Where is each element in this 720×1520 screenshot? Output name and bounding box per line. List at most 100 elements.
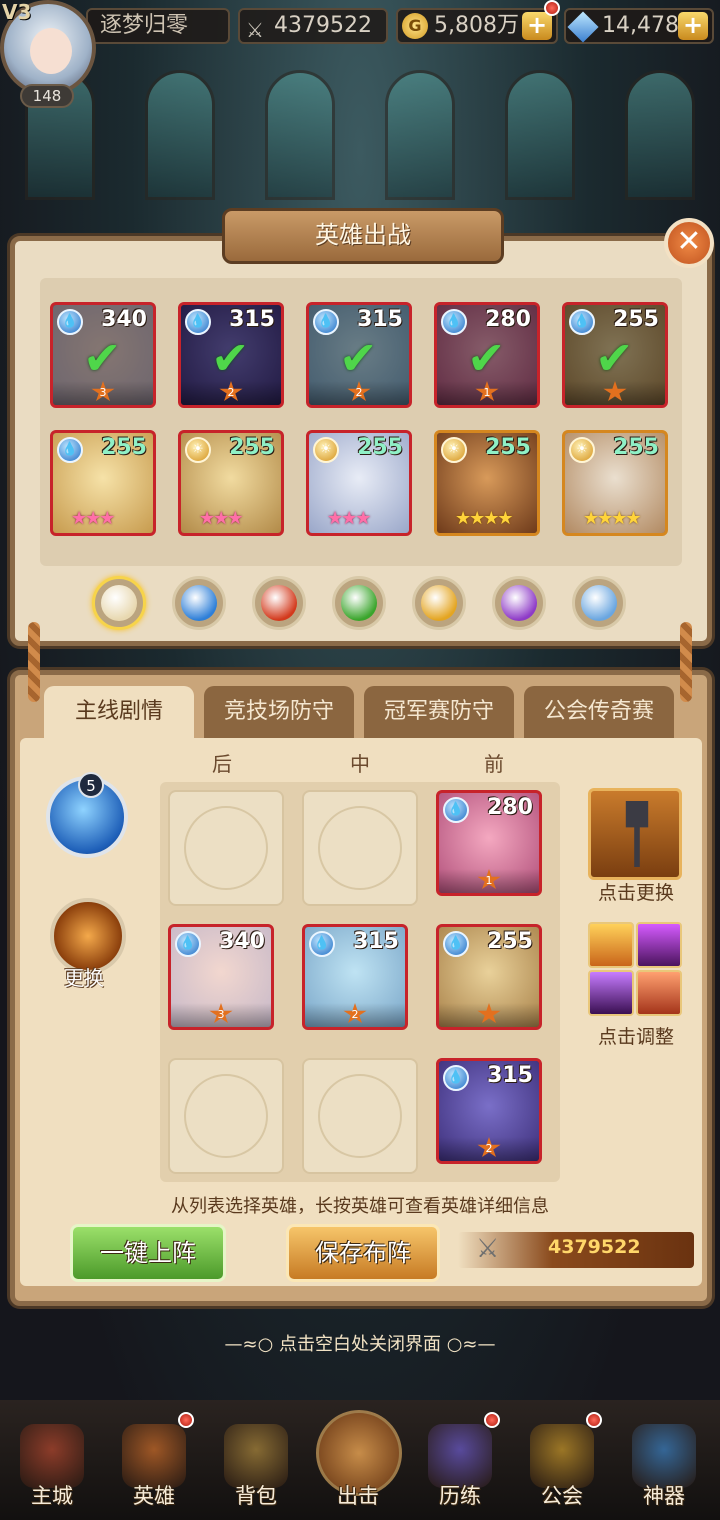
hero-card[interactable]: ☀ 255 ★★★	[178, 430, 284, 536]
hero-card[interactable]: 💧 280 1 ✔	[434, 302, 540, 408]
hero-level: 340	[219, 929, 265, 954]
column-middle-label: 中	[350, 752, 370, 776]
gold-coin-icon: G	[402, 13, 428, 39]
filter-wind-button[interactable]	[332, 576, 386, 630]
hero-level: 255	[613, 435, 659, 460]
formation-slot-empty[interactable]	[168, 1058, 284, 1174]
auto-deploy-button[interactable]: 一键上阵	[70, 1224, 226, 1282]
hero-card[interactable]: 💧 315 2 ✔	[306, 302, 412, 408]
add-gold-button[interactable]: +	[522, 12, 552, 40]
tab-championship-defense[interactable]: 冠军赛防守	[364, 686, 514, 738]
water-element-icon: 💧	[309, 931, 335, 957]
tab-main-story[interactable]: 主线剧情	[44, 686, 194, 738]
hero-card[interactable]: 💧 340 3 ✔	[50, 302, 156, 408]
filter-neutral-button[interactable]	[572, 576, 626, 630]
skill-slot-4[interactable]	[636, 970, 682, 1016]
bottom-nav: 主城 英雄 背包 出击 历练 公会 神器	[0, 1400, 720, 1520]
nav-label: 出击	[337, 1484, 379, 1508]
nav-item[interactable]: 主城	[2, 1410, 102, 1520]
gem-counter: 14,478 +	[564, 8, 714, 44]
add-gem-button[interactable]: +	[678, 12, 708, 40]
formation-slot-empty[interactable]	[302, 790, 418, 906]
nav-icon	[224, 1424, 288, 1488]
formation-swap-label: 更换	[64, 966, 104, 990]
rank-star-icon: 2	[343, 1003, 367, 1024]
background-arches	[0, 70, 720, 230]
nav-item[interactable]: 背包	[206, 1410, 306, 1520]
element-bonus-button[interactable]: 5	[46, 772, 128, 858]
skill-slot-3[interactable]	[588, 970, 634, 1016]
column-back-label: 后	[212, 752, 232, 776]
filter-dark-button[interactable]	[492, 576, 546, 630]
formation-slot-empty[interactable]	[168, 790, 284, 906]
skill-slot-1[interactable]	[588, 922, 634, 968]
hero-level: 255	[487, 929, 533, 954]
nav-item[interactable]: 神器	[614, 1410, 714, 1520]
nav-label: 英雄	[133, 1484, 175, 1508]
hero-level: 315	[229, 307, 275, 332]
artifact-change-label: 点击更换	[598, 882, 675, 904]
save-formation-button[interactable]: 保存布阵	[286, 1224, 440, 1282]
hero-card[interactable]: 💧 255 ✔	[562, 302, 668, 408]
notification-dot	[586, 1412, 602, 1428]
nav-item[interactable]: 历练	[410, 1410, 510, 1520]
gem-value: 14,478	[602, 13, 679, 38]
formation-slot-empty[interactable]	[302, 1058, 418, 1174]
nav-item[interactable]: 公会	[512, 1410, 612, 1520]
formation-hero-card[interactable]: 💧 280 1	[436, 790, 542, 896]
hero-rank-badge	[439, 1003, 539, 1027]
water-element-icon: 💧	[57, 437, 83, 463]
checkmark-icon: ✔	[339, 331, 378, 385]
formation-hero-card[interactable]: 💧 255	[436, 924, 542, 1030]
close-hint[interactable]: —≈○ 点击空白处关闭界面 ○≈—	[0, 1330, 720, 1356]
vip-badge: V3	[2, 0, 32, 24]
light-element-icon: ☀	[313, 437, 339, 463]
light-element-icon	[421, 585, 457, 621]
hero-level: 255	[101, 435, 147, 460]
hero-level: 315	[357, 307, 403, 332]
nav-label: 主城	[31, 1484, 73, 1508]
filter-all-button[interactable]	[92, 576, 146, 630]
gold-counter: G 5,808万 +	[396, 0, 560, 44]
water-element-icon: 💧	[441, 309, 467, 335]
formation-hero-card[interactable]: 💧 315 2	[436, 1058, 542, 1164]
gold-value: 5,808万	[434, 13, 519, 38]
all-element-icon	[101, 585, 137, 621]
nav-icon	[20, 1424, 84, 1488]
formation-hint: 从列表选择英雄，长按英雄可查看英雄详细信息	[171, 1196, 549, 1217]
element-filter-bar	[92, 576, 632, 632]
close-button[interactable]: ✕	[664, 218, 714, 268]
hero-card[interactable]: 💧 315 2 ✔	[178, 302, 284, 408]
rank-star-icon: 3	[209, 1003, 233, 1024]
skill-slot-2[interactable]	[636, 922, 682, 968]
formation-hero-card[interactable]: 💧 340 3	[168, 924, 274, 1030]
hero-card[interactable]: ☀ 255 ★★★★	[434, 430, 540, 536]
tab-arena-defense[interactable]: 竞技场防守	[204, 686, 354, 738]
checkmark-icon: ✔	[211, 331, 250, 385]
team-power-value: 4379522	[548, 1236, 641, 1258]
rank-star-icon	[477, 1003, 501, 1024]
filter-water-button[interactable]	[172, 576, 226, 630]
nav-icon	[632, 1424, 696, 1488]
fire-element-icon	[261, 585, 297, 621]
nav-icon	[530, 1424, 594, 1488]
formation-hero-card[interactable]: 💧 315 2	[302, 924, 408, 1030]
filter-light-button[interactable]	[412, 576, 466, 630]
rank-star-icon: 1	[477, 869, 501, 890]
artifact-slot[interactable]	[588, 788, 682, 880]
hero-level: 255	[613, 307, 659, 332]
hero-rank-badge: 2	[439, 1137, 539, 1161]
water-element-icon: 💧	[569, 309, 595, 335]
hero-rank-badge: 2	[305, 1003, 405, 1027]
filter-fire-button[interactable]	[252, 576, 306, 630]
element-bonus-count: 5	[78, 772, 104, 798]
hero-rank-badge: 3	[171, 1003, 271, 1027]
hero-stars: ★★★★	[455, 508, 514, 529]
hero-card[interactable]: ☀ 255 ★★★★	[562, 430, 668, 536]
tab-guild-legend[interactable]: 公会传奇赛	[524, 686, 674, 738]
nav-item[interactable]: 出击	[308, 1410, 408, 1520]
hero-card[interactable]: ☀ 255 ★★★	[306, 430, 412, 536]
hero-card[interactable]: 💧 255 ★★★	[50, 430, 156, 536]
hero-rank-badge: 1	[439, 869, 539, 893]
nav-item[interactable]: 英雄	[104, 1410, 204, 1520]
